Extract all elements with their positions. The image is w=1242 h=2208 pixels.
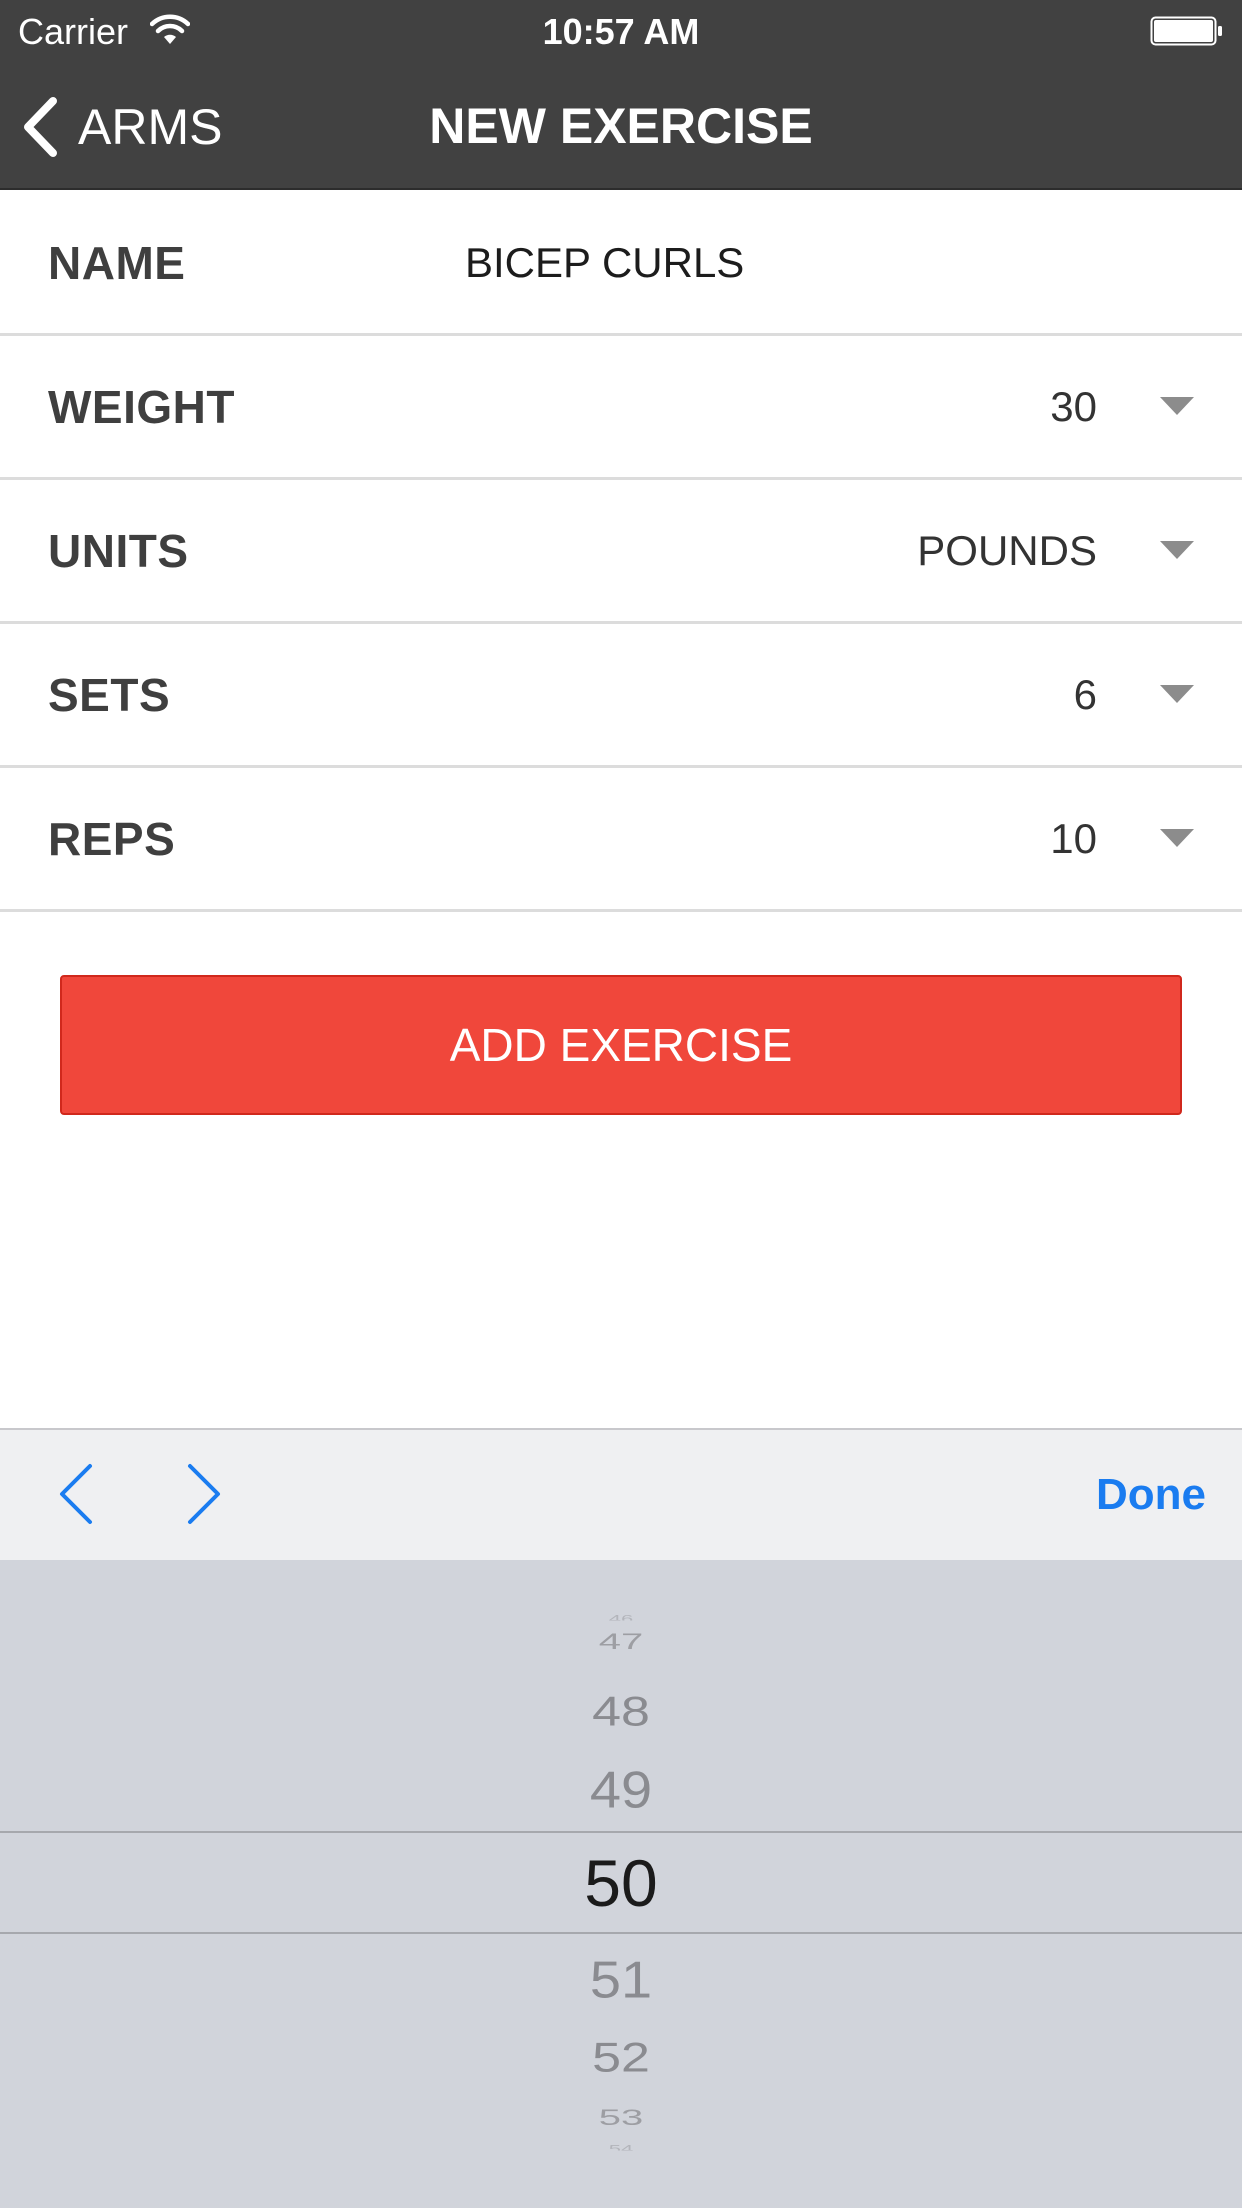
name-label: NAME [48, 236, 186, 289]
done-button[interactable]: Done [1096, 1430, 1206, 1560]
sets-value[interactable]: 6 [1074, 624, 1097, 765]
chevron-left-icon[interactable] [56, 1462, 96, 1526]
dropdown-arrow-icon[interactable] [1160, 541, 1194, 559]
name-row: NAME BICEP CURLS [0, 192, 1242, 336]
picker-item[interactable]: 53 [0, 2107, 1242, 2129]
status-time: 10:57 AM [542, 11, 700, 52]
sets-row[interactable]: SETS 6 [0, 624, 1242, 768]
weight-label: WEIGHT [48, 380, 235, 433]
dropdown-arrow-icon[interactable] [1160, 397, 1194, 415]
units-value[interactable]: POUNDS [917, 480, 1097, 621]
weight-row[interactable]: WEIGHT 30 [0, 336, 1242, 480]
picker-item[interactable]: 51 [0, 1954, 1242, 2006]
picker-selected-item[interactable]: 50 [0, 1850, 1242, 1916]
chevron-right-icon[interactable] [184, 1462, 224, 1526]
value-picker[interactable]: 46 47 48 49 50 51 52 53 54 [0, 1560, 1242, 2208]
reps-value[interactable]: 10 [1050, 768, 1097, 909]
weight-value[interactable]: 30 [1050, 336, 1097, 477]
picker-item[interactable]: 46 [0, 1614, 1242, 1621]
input-accessory-toolbar: Done [0, 1428, 1242, 1560]
picker-item[interactable]: 54 [0, 2144, 1242, 2151]
picker-item[interactable]: 52 [0, 2037, 1242, 2079]
sets-label: SETS [48, 668, 171, 721]
units-row[interactable]: UNITS POUNDS [0, 480, 1242, 624]
reps-row[interactable]: REPS 10 [0, 768, 1242, 912]
page-title: NEW EXERCISE [429, 98, 813, 154]
picker-item[interactable]: 49 [0, 1764, 1242, 1816]
add-exercise-button[interactable]: ADD EXERCISE [60, 975, 1182, 1115]
name-input[interactable]: BICEP CURLS [465, 192, 744, 333]
reps-label: REPS [48, 812, 176, 865]
picker-item[interactable]: 47 [0, 1631, 1242, 1653]
dropdown-arrow-icon[interactable] [1160, 685, 1194, 703]
units-label: UNITS [48, 524, 189, 577]
dropdown-arrow-icon[interactable] [1160, 829, 1194, 847]
battery-icon [1150, 16, 1222, 46]
navigation-bar: Carrier 10:57 AM ARMS NEW EXERCISE [0, 0, 1242, 190]
picker-item[interactable]: 48 [0, 1691, 1242, 1733]
